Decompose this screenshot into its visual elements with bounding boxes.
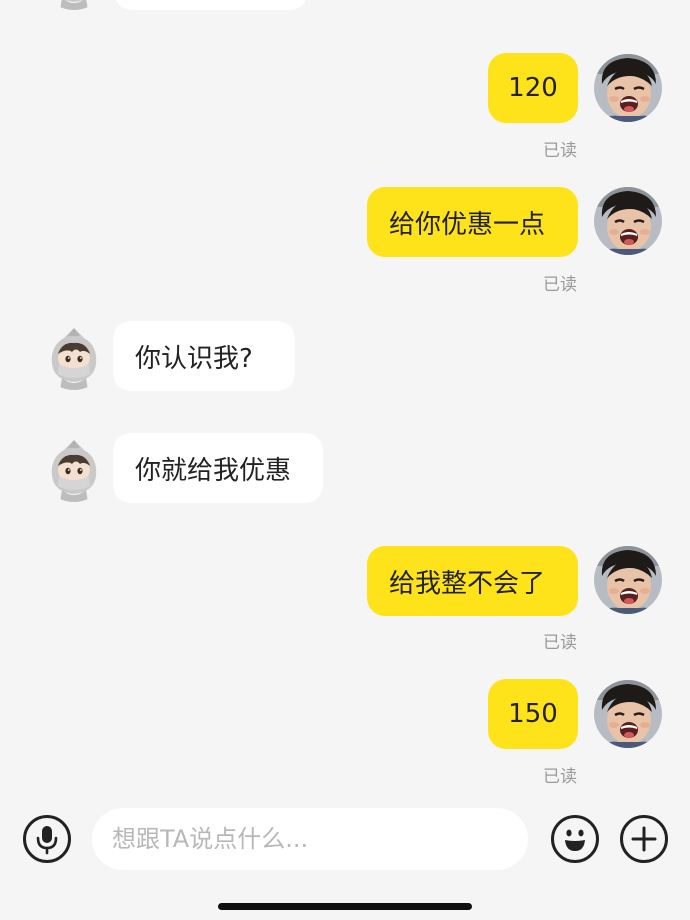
message-text: 120 bbox=[508, 73, 558, 103]
read-status: 已读 bbox=[543, 767, 577, 787]
read-status: 已读 bbox=[543, 633, 577, 653]
message-bubble[interactable]: 你就给我优惠 bbox=[113, 433, 323, 503]
microphone-icon bbox=[36, 826, 58, 855]
message-text: 150 bbox=[508, 699, 558, 729]
emoji-button[interactable] bbox=[551, 815, 599, 863]
emoji-icon bbox=[565, 829, 585, 851]
message-text: 你认识我? bbox=[135, 343, 253, 374]
message-text: 给你优惠一点 bbox=[389, 209, 546, 240]
message-bubble-partial[interactable] bbox=[114, 0, 308, 10]
home-indicator[interactable] bbox=[218, 903, 472, 910]
message-bubble[interactable]: 你认识我? bbox=[113, 321, 295, 391]
message-bubble[interactable]: 150 bbox=[488, 679, 578, 749]
more-button[interactable] bbox=[620, 815, 668, 863]
read-status: 已读 bbox=[543, 141, 577, 161]
message-input[interactable] bbox=[92, 808, 528, 870]
message-bubble[interactable]: 给我整不会了 bbox=[367, 546, 578, 616]
my-avatar[interactable] bbox=[594, 54, 662, 122]
message-input-bar bbox=[0, 796, 690, 888]
my-avatar[interactable] bbox=[594, 187, 662, 255]
read-status: 已读 bbox=[543, 275, 577, 295]
contact-avatar[interactable] bbox=[40, 0, 108, 10]
message-text: 给我整不会了 bbox=[389, 568, 546, 599]
message-bubble[interactable]: 给你优惠一点 bbox=[367, 187, 578, 257]
plus-icon bbox=[631, 826, 657, 852]
voice-button[interactable] bbox=[23, 815, 71, 863]
message-bubble[interactable]: 120 bbox=[488, 53, 578, 123]
contact-avatar[interactable] bbox=[40, 434, 108, 502]
chat-screen: 120 已读 给你优惠一点 已读 你认识我? 你就给我优惠 给我整不会了 已读 … bbox=[0, 0, 690, 920]
my-avatar[interactable] bbox=[594, 680, 662, 748]
my-avatar[interactable] bbox=[594, 546, 662, 614]
contact-avatar[interactable] bbox=[40, 322, 108, 390]
message-text: 你就给我优惠 bbox=[135, 455, 292, 486]
